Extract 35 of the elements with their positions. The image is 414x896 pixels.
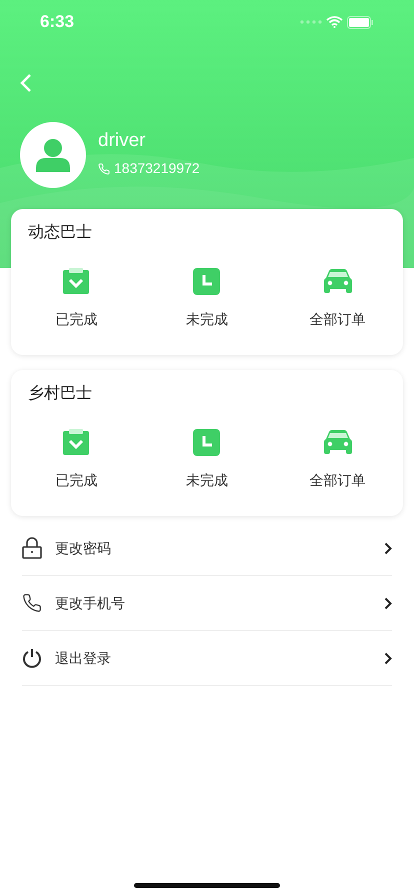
- lock-icon: [22, 537, 42, 559]
- order-shortcut[interactable]: 已完成: [11, 428, 142, 491]
- menu-item[interactable]: 退出登录: [22, 631, 392, 686]
- chevron-right-icon: [384, 542, 392, 554]
- back-icon: [20, 73, 32, 93]
- order-shortcut[interactable]: 已完成: [11, 267, 142, 330]
- chevron-right-icon: [384, 652, 392, 664]
- menu-item[interactable]: 更改密码: [22, 521, 392, 576]
- clock-icon: [193, 268, 220, 294]
- order-shortcut[interactable]: 未完成: [142, 428, 272, 491]
- battery-icon: [347, 16, 374, 28]
- wifi-icon: [326, 16, 343, 28]
- menu-item[interactable]: 更改手机号: [22, 576, 392, 631]
- car-icon: [324, 269, 352, 293]
- user-name: driver: [98, 131, 147, 150]
- chevron-right-icon: [384, 596, 392, 610]
- phone-icon: [98, 162, 110, 174]
- clock-icon: [193, 428, 220, 456]
- person-icon: [36, 138, 70, 172]
- card-title: 乡村巴士: [28, 385, 92, 402]
- menu-label: 更改手机号: [55, 594, 126, 612]
- menu-label: 更改密码: [55, 538, 112, 558]
- order-shortcut[interactable]: 全部订单: [272, 267, 403, 330]
- power-icon: [22, 648, 42, 668]
- order-shortcut[interactable]: 全部订单: [272, 428, 403, 491]
- phone-icon: [22, 593, 42, 613]
- clipboard-check-icon: [63, 429, 90, 455]
- menu-label: 退出登录: [55, 648, 112, 668]
- clipboard-check-icon: [63, 268, 90, 294]
- card-title: 动态巴士: [28, 224, 92, 241]
- order-shortcut[interactable]: 未完成: [142, 267, 272, 330]
- signal-icon: [300, 20, 322, 24]
- status-time: 6:33: [40, 11, 74, 34]
- car-icon: [324, 430, 352, 454]
- phone-number: 18373219972: [114, 159, 200, 178]
